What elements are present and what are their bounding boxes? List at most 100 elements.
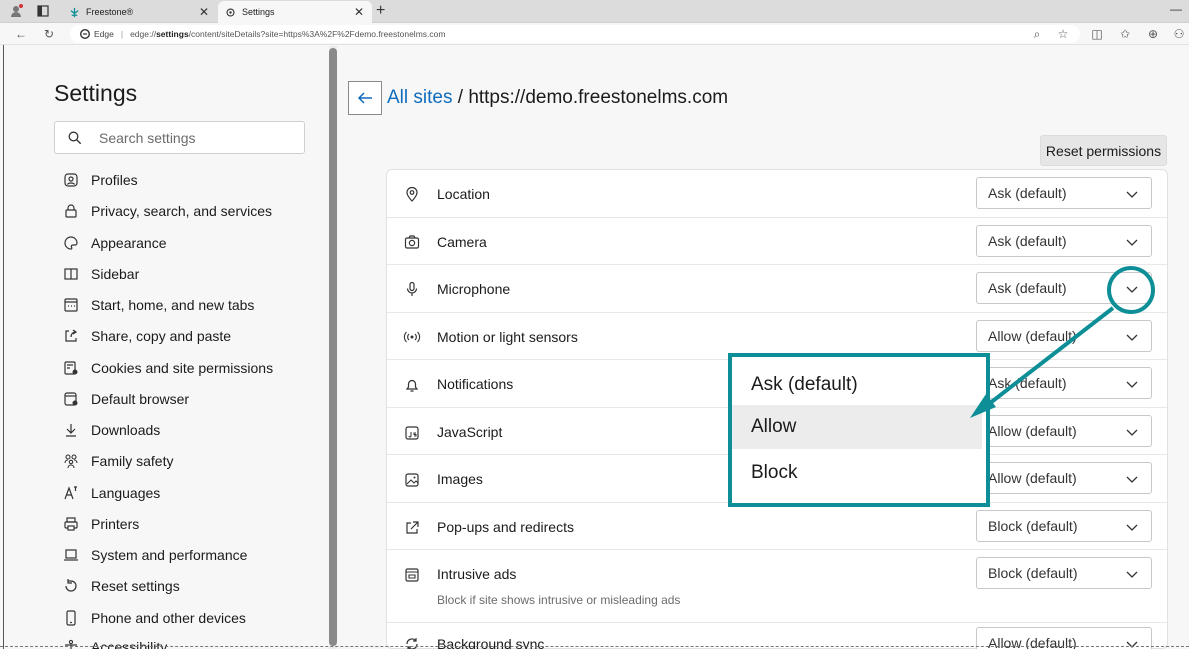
notifications-select[interactable]: Ask (default) <box>976 367 1152 399</box>
location-select[interactable]: Ask (default) <box>976 177 1152 209</box>
chevron-down-icon <box>1126 191 1138 198</box>
sidebar-item-label: Accessibility <box>91 639 168 649</box>
sidebar-item-phone[interactable]: Phone and other devices <box>62 607 246 629</box>
select-value: Ask (default) <box>988 233 1067 249</box>
tab-actions-icon[interactable] <box>36 4 50 18</box>
sidebar-item-label: Reset settings <box>91 578 180 594</box>
favorite-star-icon[interactable]: ☆ <box>1056 27 1070 41</box>
permission-label: Pop-ups and redirects <box>437 519 574 535</box>
microphone-select[interactable]: Ask (default) <box>976 272 1152 304</box>
permission-description: Block if site shows intrusive or mislead… <box>437 593 681 607</box>
sidebar-item-label: Phone and other devices <box>91 610 246 626</box>
camera-icon <box>403 233 421 251</box>
close-tab-icon[interactable]: ✕ <box>352 5 366 19</box>
dropdown-option-ask[interactable]: Ask (default) <box>732 363 982 407</box>
all-sites-link[interactable]: All sites <box>387 87 452 108</box>
permission-label: Motion or light sensors <box>437 329 578 345</box>
sidebar-item-default-browser[interactable]: Default browser <box>62 388 189 410</box>
language-icon <box>62 484 80 502</box>
sidebar-item-cookies[interactable]: Cookies and site permissions <box>62 357 273 379</box>
tab-title: Freestone® <box>86 7 134 17</box>
camera-select[interactable]: Ask (default) <box>976 225 1152 257</box>
sidebar-item-reset[interactable]: Reset settings <box>62 575 180 597</box>
address-separator: | <box>120 29 124 39</box>
permission-dropdown-menu: Ask (default) Allow Block <box>728 353 990 507</box>
refresh-icon[interactable]: ↻ <box>42 27 56 41</box>
sidebar-item-family-safety[interactable]: Family safety <box>62 450 173 472</box>
profile-avatar-icon[interactable] <box>10 4 24 18</box>
sidebar-item-start-home[interactable]: Start, home, and new tabs <box>62 294 254 316</box>
edge-label: Edge <box>94 29 114 39</box>
permission-label: Background sync <box>437 636 545 649</box>
url-bold: settings <box>156 29 189 39</box>
select-value: Block (default) <box>988 565 1078 581</box>
phone-icon <box>62 609 80 627</box>
permission-label: JavaScript <box>437 424 503 440</box>
javascript-select[interactable]: Allow (default) <box>976 415 1152 447</box>
sidebar-item-label: Family safety <box>91 453 174 469</box>
address-bar[interactable]: Edge | edge://settings/content/siteDetai… <box>70 25 1080 43</box>
back-nav-icon[interactable]: ← <box>14 27 28 41</box>
freestone-favicon-icon <box>68 6 80 18</box>
share-icon <box>62 327 80 345</box>
split-screen-icon[interactable]: ◫ <box>1090 27 1104 41</box>
sensors-select[interactable]: Allow (default) <box>976 320 1152 352</box>
search-placeholder: Search settings <box>99 129 196 146</box>
sidebar-item-system[interactable]: System and performance <box>62 544 247 566</box>
sidebar-item-appearance[interactable]: Appearance <box>62 232 167 254</box>
ads-icon <box>403 566 421 584</box>
address-row: ← ↻ Edge | edge://settings/content/siteD… <box>0 23 1189 45</box>
browser-icon <box>62 390 80 408</box>
bell-icon <box>403 376 421 394</box>
tab-settings[interactable]: Settings ✕ <box>218 1 372 23</box>
search-icon <box>68 131 82 144</box>
minimize-icon[interactable]: — <box>1170 2 1182 16</box>
url-rest: /content/siteDetails?site=https%3A%2F%2F… <box>188 29 446 39</box>
breadcrumb-separator: / <box>452 87 469 108</box>
chevron-down-icon <box>1126 429 1138 436</box>
permission-label: Images <box>437 471 483 487</box>
favorites-icon[interactable]: ✩ <box>1118 27 1132 41</box>
sidebar-item-profiles[interactable]: Profiles <box>62 169 138 191</box>
chevron-down-icon <box>1126 381 1138 388</box>
permission-label: Camera <box>437 234 487 250</box>
tab-freestone[interactable]: Freestone® ✕ <box>62 1 217 23</box>
popups-select[interactable]: Block (default) <box>976 510 1152 542</box>
sidebar-item-languages[interactable]: Languages <box>62 482 160 504</box>
collections-icon[interactable]: ⊕ <box>1146 27 1160 41</box>
back-button[interactable] <box>348 81 382 115</box>
sidebar-item-label: Sidebar <box>91 266 140 282</box>
sidebar-item-downloads[interactable]: Downloads <box>62 419 160 441</box>
chevron-down-icon <box>1126 571 1138 578</box>
new-tab-icon[interactable]: + <box>376 2 385 20</box>
palette-icon <box>62 234 80 252</box>
close-tab-icon[interactable]: ✕ <box>197 5 211 19</box>
zoom-icon[interactable]: ⌕ <box>1030 27 1044 41</box>
site-url: https://demo.freestonelms.com <box>468 87 729 108</box>
select-value: Allow (default) <box>988 423 1077 439</box>
sidebar-item-printers[interactable]: Printers <box>62 513 139 535</box>
permission-label: Notifications <box>437 376 514 392</box>
permission-label: Location <box>437 186 490 202</box>
intrusive-ads-select[interactable]: Block (default) <box>976 557 1152 589</box>
search-input[interactable]: Search settings <box>54 121 305 154</box>
sidebar-icon <box>62 265 80 283</box>
url-prefix: edge:// <box>130 29 157 39</box>
select-value: Block (default) <box>988 518 1078 534</box>
images-select[interactable]: Allow (default) <box>976 462 1152 494</box>
extensions-icon[interactable]: ⚇ <box>1172 27 1186 41</box>
permission-row-intrusive-ads: Intrusive ads Block if site shows intrus… <box>387 550 1167 623</box>
reset-permissions-button[interactable]: Reset permissions <box>1040 135 1167 166</box>
dropdown-option-block[interactable]: Block <box>732 451 982 495</box>
edge-logo-icon <box>80 29 90 39</box>
sensor-icon <box>403 328 421 346</box>
sidebar-item-share[interactable]: Share, copy and paste <box>62 325 231 347</box>
dropdown-option-allow[interactable]: Allow <box>732 405 982 449</box>
sidebar-item-accessibility[interactable]: Accessibility <box>62 636 167 649</box>
family-icon <box>62 452 80 470</box>
title-bar: Freestone® ✕ Settings ✕ + — <box>0 0 1189 23</box>
sidebar-item-sidebar[interactable]: Sidebar <box>62 263 139 285</box>
sidebar-scroll-thumb[interactable] <box>329 48 337 646</box>
popup-icon <box>403 519 421 537</box>
sidebar-item-privacy[interactable]: Privacy, search, and services <box>62 200 272 222</box>
